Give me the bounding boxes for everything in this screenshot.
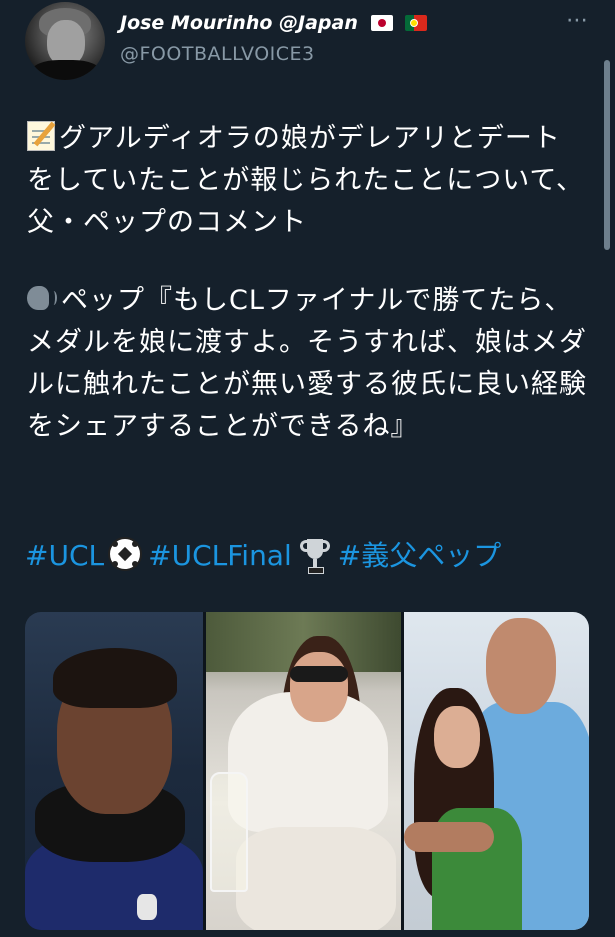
- face: [290, 652, 348, 722]
- author-name-row[interactable]: Jose Mourinho @Japan: [120, 12, 428, 34]
- tweet-paragraph-1: グアルディオラの娘がデレアリとデートをしていたことが報じられたことについて、父・…: [27, 118, 587, 244]
- japan-flag-icon: [370, 15, 393, 31]
- arm: [404, 822, 494, 852]
- author-display-name[interactable]: Jose Mourinho @Japan: [120, 12, 358, 34]
- sunglasses: [290, 666, 348, 682]
- player-photo[interactable]: [25, 612, 203, 930]
- paragraph-1-text: グアルディオラの娘がデレアリとデートをしていたことが報じられたことについて、父・…: [27, 123, 585, 238]
- hashtag-row: #UCL #UCLFinal #義父ペップ: [25, 534, 501, 578]
- scrollbar[interactable]: [604, 60, 610, 250]
- speaking-head-icon: [27, 283, 57, 313]
- hashtag-gifu-pep[interactable]: #義父ペップ: [338, 539, 501, 572]
- club-badge-icon: [137, 894, 157, 920]
- woman-photo[interactable]: [206, 612, 401, 930]
- wine-glass: [210, 772, 248, 892]
- memo-icon: [27, 121, 55, 151]
- paragraph-2-text: ペップ『もしCLファイナルで勝てたら、メダルを娘に渡すよ。そうすれば、娘はメダル…: [27, 285, 587, 442]
- white-pants: [236, 827, 396, 930]
- father-head: [486, 618, 556, 714]
- daughter-face: [434, 706, 480, 768]
- father-daughter-photo[interactable]: [404, 612, 589, 930]
- hashtag-uclfinal[interactable]: #UCLFinal: [148, 539, 292, 572]
- hashtag-ucl[interactable]: #UCL: [25, 539, 104, 572]
- avatar[interactable]: [25, 2, 105, 80]
- tweet-paragraph-2: ペップ『もしCLファイナルで勝てたら、メダルを娘に渡すよ。そうすれば、娘はメダル…: [27, 280, 587, 448]
- media-grid: [25, 612, 589, 930]
- hair: [53, 648, 177, 708]
- soccer-ball-icon: [108, 537, 143, 571]
- tweet-header: Jose Mourinho @Japan @FOOTBALLVOICE3 ⋯: [0, 0, 615, 90]
- more-options-icon[interactable]: ⋯: [560, 10, 594, 36]
- trophy-icon: [299, 537, 330, 574]
- avatar-coat: [31, 60, 101, 80]
- author-handle[interactable]: @FOOTBALLVOICE3: [120, 43, 315, 65]
- portugal-flag-icon: [405, 15, 428, 31]
